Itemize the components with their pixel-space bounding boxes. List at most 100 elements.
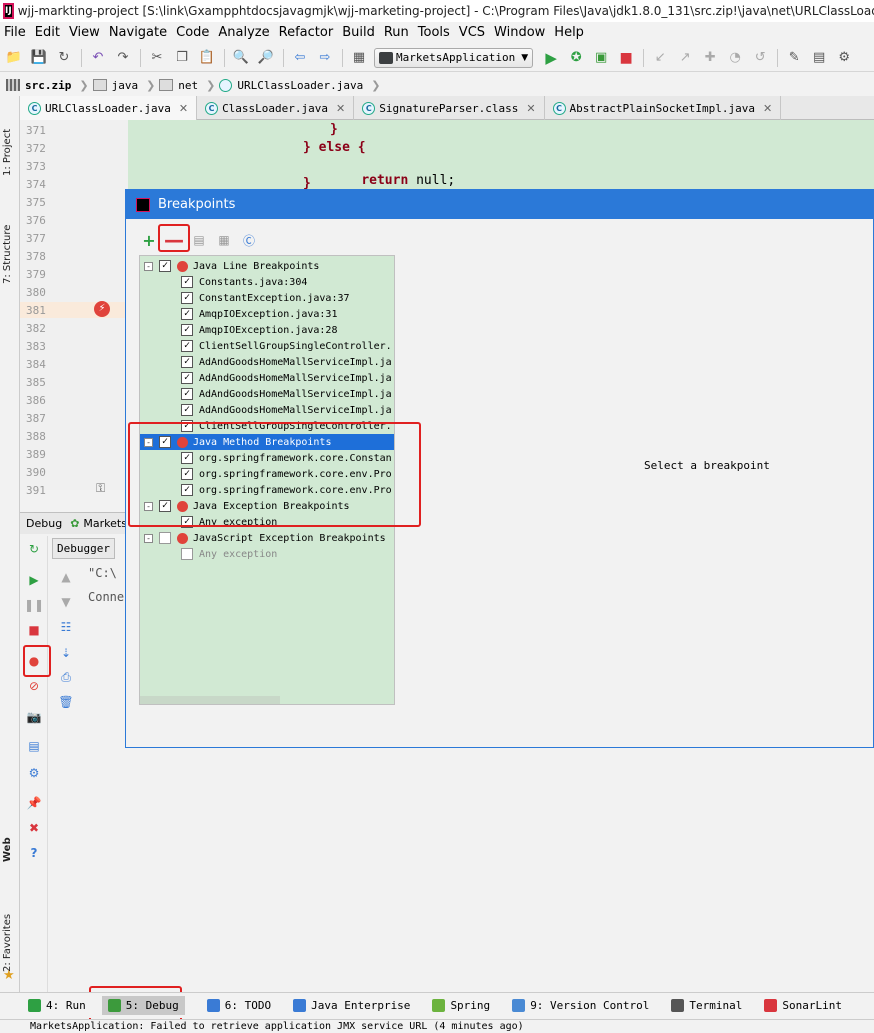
close-icon[interactable]: ✕ xyxy=(179,102,188,115)
tab-signatureparser[interactable]: C SignatureParser.class ✕ xyxy=(354,96,545,120)
tool-tab-favorites[interactable]: 2: Favorites xyxy=(2,892,18,972)
replace-icon[interactable]: 🔎 xyxy=(256,48,276,68)
menu-build[interactable]: Build xyxy=(338,25,380,40)
layout-icon[interactable]: ▤ xyxy=(25,737,43,755)
stop-icon[interactable]: ■ xyxy=(25,621,43,639)
back-icon[interactable]: ⇦ xyxy=(290,48,310,68)
close-icon[interactable]: ✕ xyxy=(336,102,345,115)
checkbox[interactable]: ✓ xyxy=(181,308,193,320)
breakpoint-item[interactable]: ✓ AdAndGoodsHomeMallServiceImpl.ja xyxy=(140,386,394,402)
undo-icon[interactable]: ↶ xyxy=(88,48,108,68)
forward-icon[interactable]: ⇨ xyxy=(315,48,335,68)
close-icon[interactable]: ✖ xyxy=(25,819,43,837)
menu-navigate[interactable]: Navigate xyxy=(105,25,172,40)
settings-icon[interactable]: ⚙ xyxy=(25,764,43,782)
vcs-commit-icon[interactable]: ↗ xyxy=(675,48,695,68)
tool-tab-web[interactable]: Web xyxy=(2,832,18,862)
menu-run[interactable]: Run xyxy=(380,25,414,40)
checkbox[interactable]: ✓ xyxy=(181,404,193,416)
tool-tab-project[interactable]: 1: Project xyxy=(2,104,18,176)
bottom-tab[interactable]: 5: Debug xyxy=(101,996,185,1015)
breadcrumb-item[interactable]: URLClassLoader.java ❯ xyxy=(219,78,380,92)
redo-icon[interactable]: ↷ xyxy=(113,48,133,68)
export-icon[interactable]: ⇣ xyxy=(57,644,75,662)
rerun-icon[interactable]: ↻ xyxy=(25,540,43,558)
bottom-tab[interactable]: Terminal xyxy=(671,999,742,1012)
find-icon[interactable]: 🔍 xyxy=(231,48,251,68)
breakpoint-item[interactable]: ✓ ConstantException.java:37 xyxy=(140,290,394,306)
code-editor[interactable]: } } else { return null; } xyxy=(128,120,874,191)
checkbox[interactable]: ✓ xyxy=(181,356,193,368)
group-by-file-icon[interactable]: ▦ xyxy=(215,231,233,249)
group-by-package-icon[interactable]: ▤ xyxy=(190,231,208,249)
breakpoint-item[interactable]: ✓ ClientSellGroupSingleController. xyxy=(140,338,394,354)
trash-icon[interactable]: 🗑 xyxy=(57,693,75,711)
help-icon[interactable]: ? xyxy=(25,844,43,862)
checkbox[interactable]: ✓ xyxy=(181,340,193,352)
sdk-icon[interactable]: ▤ xyxy=(809,48,829,68)
pin-icon[interactable]: 📌 xyxy=(25,794,43,812)
bottom-tab[interactable]: Spring xyxy=(432,999,490,1012)
tab-debugger[interactable]: Debugger xyxy=(52,537,115,559)
menu-vcs[interactable]: VCS xyxy=(455,25,490,40)
breakpoint-item[interactable]: ✓ Constants.java:304 xyxy=(140,274,394,290)
tool-tab-structure[interactable]: 7: Structure xyxy=(2,204,18,284)
breakpoint-item[interactable]: ✓ AdAndGoodsHomeMallServiceImpl.ja xyxy=(140,370,394,386)
project-structure-icon[interactable]: ✎ xyxy=(784,48,804,68)
mute-breakpoints-icon[interactable]: ⊘ xyxy=(25,677,43,695)
vcs-update-icon[interactable]: ↙ xyxy=(650,48,670,68)
filter-icon[interactable]: ☷ xyxy=(57,618,75,636)
breakpoint-group[interactable]: - JavaScript Exception Breakpoints xyxy=(140,530,394,546)
checkbox[interactable] xyxy=(159,532,171,544)
run-icon[interactable]: ▶ xyxy=(541,48,561,68)
breadcrumb-item[interactable]: net ❯ xyxy=(159,79,215,92)
save-icon[interactable]: 💾 xyxy=(29,48,49,68)
copy-icon[interactable]: ❐ xyxy=(172,48,192,68)
checkbox[interactable]: ✓ xyxy=(181,276,193,288)
breakpoint-item[interactable]: ✓ AmqpIOException.java:28 xyxy=(140,322,394,338)
open-folder-icon[interactable]: 📁 xyxy=(4,48,24,68)
menu-edit[interactable]: Edit xyxy=(31,25,65,40)
bottom-tab[interactable]: 4: Run xyxy=(28,999,86,1012)
vcs-revert-icon[interactable]: ↺ xyxy=(750,48,770,68)
down-icon[interactable]: ▼ xyxy=(57,593,75,611)
tab-abstractplainsocketimpl[interactable]: C AbstractPlainSocketImpl.java ✕ xyxy=(545,96,782,120)
tab-classloader[interactable]: C ClassLoader.java ✕ xyxy=(197,96,355,120)
close-icon[interactable]: ✕ xyxy=(526,102,535,115)
menu-window[interactable]: Window xyxy=(490,25,550,40)
menu-code[interactable]: Code xyxy=(172,25,214,40)
debug-icon[interactable]: ✪ xyxy=(566,48,586,68)
checkbox[interactable]: ✓ xyxy=(181,388,193,400)
camera-icon[interactable]: 📷 xyxy=(25,708,43,726)
resume-icon[interactable]: ▶ xyxy=(25,571,43,589)
dialog-title-bar[interactable]: Breakpoints xyxy=(126,190,873,219)
menu-view[interactable]: View xyxy=(65,25,105,40)
vcs-compare-icon[interactable]: ✚ xyxy=(700,48,720,68)
cut-icon[interactable]: ✂ xyxy=(147,48,167,68)
collapse-icon[interactable]: - xyxy=(144,261,153,271)
tab-urlclassloader[interactable]: C URLClassLoader.java ✕ xyxy=(20,96,198,120)
breakpoint-item[interactable]: Any exception xyxy=(140,546,394,562)
breadcrumb-item[interactable]: src.zip ❯ xyxy=(6,79,89,92)
build-icon[interactable]: ▦ xyxy=(349,48,369,68)
menu-analyze[interactable]: Analyze xyxy=(214,25,274,40)
up-icon[interactable]: ▲ xyxy=(57,568,75,586)
print-icon[interactable]: ⎙ xyxy=(57,668,75,686)
breadcrumb-item[interactable]: java ❯ xyxy=(92,79,155,92)
collapse-icon[interactable]: - xyxy=(144,533,153,543)
group-by-class-icon[interactable]: Ⓒ xyxy=(240,231,258,249)
breakpoint-group[interactable]: - ✓ Java Line Breakpoints xyxy=(140,258,394,274)
sync-icon[interactable]: ↻ xyxy=(54,48,74,68)
breakpoint-item[interactable]: ✓ AdAndGoodsHomeMallServiceImpl.ja xyxy=(140,354,394,370)
pause-icon[interactable]: ❚❚ xyxy=(24,596,44,614)
paste-icon[interactable]: 📋 xyxy=(197,48,217,68)
checkbox[interactable]: ✓ xyxy=(181,324,193,336)
menu-help[interactable]: Help xyxy=(550,25,589,40)
settings-icon[interactable]: ⚙ xyxy=(834,48,854,68)
breakpoint-item[interactable]: ✓ AmqpIOException.java:31 xyxy=(140,306,394,322)
breakpoint-icon[interactable]: ⚡ xyxy=(94,301,110,317)
menu-file[interactable]: File xyxy=(0,25,31,40)
checkbox[interactable]: ✓ xyxy=(159,260,171,272)
vcs-history-icon[interactable]: ◔ xyxy=(725,48,745,68)
breakpoint-item[interactable]: ✓ AdAndGoodsHomeMallServiceImpl.ja xyxy=(140,402,394,418)
